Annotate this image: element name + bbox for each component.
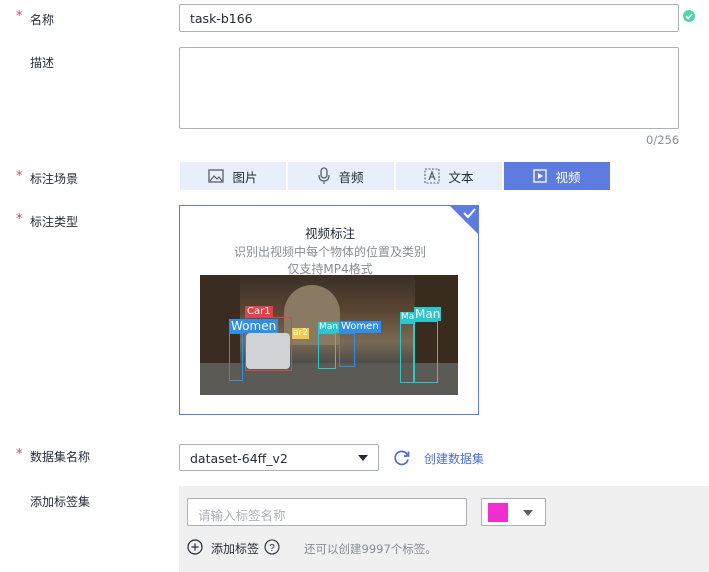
detection-box [229, 333, 243, 381]
name-label: 名称 [30, 13, 55, 27]
type-label: 标注类型 [30, 215, 79, 229]
tab-image[interactable]: 图片 [180, 162, 286, 190]
required-mark: * [16, 9, 23, 24]
dataset-select-value: dataset-64ff_v2 [190, 451, 288, 466]
box-label: Women [339, 321, 381, 333]
caret-down-icon [523, 510, 533, 516]
description-label: 描述 [30, 56, 55, 70]
tab-audio[interactable]: 音频 [288, 162, 394, 190]
help-icon[interactable]: ? [264, 539, 280, 555]
scene-label: 标注场景 [30, 172, 79, 186]
caret-down-icon [358, 455, 368, 461]
tab-video[interactable]: 视频 [504, 162, 610, 190]
box-label: Man [414, 307, 442, 321]
add-circle-icon[interactable] [187, 539, 203, 555]
image-icon [208, 169, 225, 183]
tag-color-picker[interactable] [481, 498, 546, 526]
char-counter: 0/256 [646, 133, 680, 147]
card-description: 识别出视频中每个物体的位置及类别 [233, 245, 426, 259]
description-textarea[interactable] [179, 47, 679, 129]
detection-box [318, 333, 336, 369]
tag-name-placeholder: 请输入标签名称 [198, 508, 286, 523]
card-title: 视频标注 [304, 226, 355, 241]
required-mark: * [16, 169, 23, 184]
detection-box [339, 333, 355, 367]
box-label: Car1 [245, 306, 273, 318]
tab-image-label: 图片 [232, 169, 258, 185]
required-mark: * [16, 212, 23, 227]
dataset-select[interactable]: dataset-64ff_v2 [179, 444, 379, 471]
svg-text:?: ? [269, 543, 275, 554]
tagset-panel: 请输入标签名称 添加标签 ? 还可以创建9997个标签。 [179, 486, 709, 572]
tab-text-label: 文本 [448, 169, 474, 185]
required-mark: * [16, 447, 23, 462]
refresh-icon[interactable] [393, 449, 411, 467]
detection-box [400, 323, 414, 383]
box-label: Man [318, 322, 339, 333]
tab-audio-label: 音频 [338, 169, 364, 185]
box-label: Women [229, 319, 279, 333]
detection-box [414, 321, 438, 383]
color-swatch [488, 503, 508, 522]
text-icon [424, 168, 441, 184]
scene-tabs: 图片 音频 文本 视频 [180, 162, 612, 190]
create-dataset-link[interactable]: 创建数据集 [424, 450, 484, 467]
name-input-value: task-b166 [190, 11, 253, 26]
microphone-icon [318, 167, 331, 185]
tag-quota-hint: 还可以创建9997个标签。 [304, 542, 437, 556]
valid-check-icon [683, 10, 695, 22]
box-label: ar2 [292, 328, 309, 339]
video-annotation-card[interactable]: 视频标注 识别出视频中每个物体的位置及类别 仅支持MP4格式 Car1 Wome… [179, 205, 479, 415]
dataset-label: 数据集名称 [30, 450, 91, 464]
tab-text[interactable]: 文本 [396, 162, 502, 190]
tagset-label: 添加标签集 [30, 495, 91, 509]
video-icon [533, 169, 548, 183]
name-input[interactable]: task-b166 [179, 4, 679, 32]
tag-name-input[interactable]: 请输入标签名称 [187, 498, 467, 526]
video-sample-image: Car1 Women ar2 Man Women Ma Man [200, 275, 458, 395]
add-tag-button[interactable]: 添加标签 [211, 540, 259, 557]
tab-video-label: 视频 [555, 169, 581, 185]
box-label: Ma [400, 312, 416, 323]
